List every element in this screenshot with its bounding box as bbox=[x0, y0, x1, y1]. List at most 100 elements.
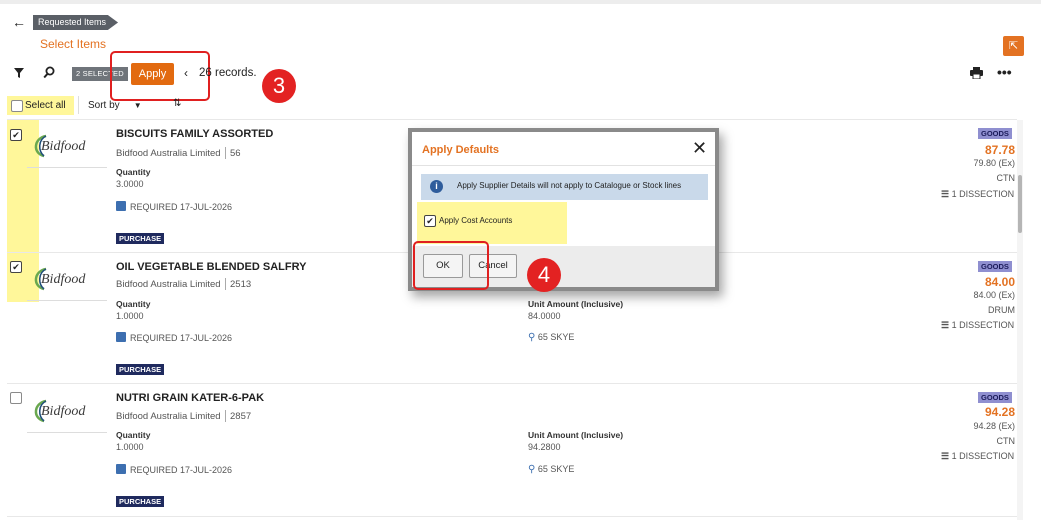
quantity-label: Quantity bbox=[116, 299, 151, 309]
filter-icon[interactable] bbox=[13, 66, 25, 82]
item-checkbox[interactable] bbox=[10, 392, 22, 404]
item-price: 84.00 bbox=[984, 275, 1015, 289]
quantity-value[interactable]: 1.0000 bbox=[116, 311, 144, 321]
expand-icon[interactable]: ⇱ bbox=[1003, 36, 1024, 56]
supplier-logo-text: Bidfood bbox=[41, 272, 86, 287]
record-count: 26 records. bbox=[199, 67, 257, 79]
apply-cost-accounts-checkbox[interactable]: ✔ bbox=[424, 215, 436, 227]
calendar-icon bbox=[116, 332, 126, 342]
item-price-ex: 84.00 (Ex) bbox=[973, 290, 1015, 300]
annotation-step-3: 3 bbox=[262, 69, 296, 103]
dissection-text: 1 DISSECTION bbox=[951, 320, 1015, 330]
print-icon[interactable] bbox=[970, 67, 983, 82]
required-date-text: REQUIRED 17-JUL-2026 bbox=[130, 202, 233, 212]
quantity-value[interactable]: 3.0000 bbox=[116, 179, 144, 189]
dissection-link[interactable]: ☰ 1 DISSECTION bbox=[941, 451, 1014, 462]
item-price-ex: 79.80 (Ex) bbox=[973, 158, 1015, 168]
dialog-title: Apply Defaults bbox=[422, 144, 500, 156]
info-banner: i Apply Supplier Details will not apply … bbox=[421, 174, 708, 200]
chevron-left-icon[interactable]: ‹ bbox=[184, 66, 188, 80]
item-price: 87.78 bbox=[984, 143, 1015, 157]
header-divider bbox=[7, 119, 1017, 120]
separator bbox=[225, 278, 226, 290]
sort-by-select[interactable]: Sort by ▼ bbox=[88, 100, 142, 111]
supplier-logo: Bidfood bbox=[27, 127, 107, 168]
supplier-logo: Bidfood bbox=[27, 392, 107, 433]
back-arrow-icon[interactable]: ← bbox=[12, 14, 26, 30]
unit-amount-value[interactable]: 94.2800 bbox=[528, 442, 561, 452]
dissection-icon: ☰ bbox=[941, 320, 950, 330]
chevron-down-icon: ▼ bbox=[133, 101, 142, 110]
goods-tag: GOODS bbox=[978, 392, 1012, 403]
supplier-name: Bidfood Australia Limited bbox=[116, 148, 221, 159]
unit-amount-value[interactable]: 84.0000 bbox=[528, 311, 561, 321]
annotation-step-4: 4 bbox=[527, 258, 561, 292]
item-uom: CTN bbox=[996, 173, 1016, 183]
required-date[interactable]: REQUIRED 17-JUL-2026 bbox=[116, 464, 232, 475]
dissection-link[interactable]: ☰ 1 DISSECTION bbox=[941, 320, 1014, 331]
page-title: Select Items bbox=[40, 37, 107, 51]
item-title[interactable]: NUTRI GRAIN KATER-6-PAK bbox=[116, 392, 264, 404]
row-divider bbox=[7, 516, 1017, 517]
search-icon[interactable] bbox=[43, 66, 55, 82]
location-text: 65 SKYE bbox=[537, 464, 575, 474]
unit-amount-label: Unit Amount (Inclusive) bbox=[528, 430, 624, 440]
supplier-name: Bidfood Australia Limited bbox=[116, 279, 221, 290]
delivery-location[interactable]: ⚲ 65 SKYE bbox=[528, 464, 574, 475]
item-title[interactable]: BISCUITS FAMILY ASSORTED bbox=[116, 128, 273, 140]
info-icon: i bbox=[430, 180, 443, 193]
toolbar-divider bbox=[78, 96, 79, 114]
item-checkbox[interactable]: ✔ bbox=[10, 261, 22, 273]
calendar-icon bbox=[116, 464, 126, 474]
dissection-link[interactable]: ☰ 1 DISSECTION bbox=[941, 189, 1014, 200]
select-all-checkbox[interactable] bbox=[11, 100, 23, 112]
dissection-text: 1 DISSECTION bbox=[951, 451, 1015, 461]
scrollbar-thumb[interactable] bbox=[1018, 175, 1022, 233]
quantity-label: Quantity bbox=[116, 167, 151, 177]
item-title[interactable]: OIL VEGETABLE BLENDED SALFRY bbox=[116, 261, 306, 273]
item-uom: CTN bbox=[996, 436, 1016, 446]
item-uom: DRUM bbox=[988, 305, 1015, 315]
supplier-logo-text: Bidfood bbox=[41, 404, 86, 419]
supplier-code: 56 bbox=[230, 148, 241, 159]
top-bar bbox=[0, 0, 1041, 4]
quantity-value[interactable]: 1.0000 bbox=[116, 442, 144, 452]
purchase-tag: PURCHASE bbox=[116, 496, 165, 507]
item-price: 94.28 bbox=[984, 405, 1015, 419]
purchase-tag: PURCHASE bbox=[116, 233, 165, 244]
dialog-divider bbox=[412, 165, 715, 166]
unit-amount-label: Unit Amount (Inclusive) bbox=[528, 299, 624, 309]
required-date-text: REQUIRED 17-JUL-2026 bbox=[130, 465, 233, 475]
required-date[interactable]: REQUIRED 17-JUL-2026 bbox=[116, 201, 232, 212]
location-text: 65 SKYE bbox=[537, 332, 575, 342]
separator bbox=[225, 147, 226, 159]
sort-order-icon[interactable]: ⇅ bbox=[173, 98, 181, 109]
supplier-logo: Bidfood bbox=[27, 260, 107, 301]
goods-tag: GOODS bbox=[978, 261, 1012, 272]
supplier-code: 2857 bbox=[230, 411, 252, 422]
required-date[interactable]: REQUIRED 17-JUL-2026 bbox=[116, 332, 232, 343]
supplier-logo-text: Bidfood bbox=[41, 139, 86, 154]
dissection-icon: ☰ bbox=[941, 189, 950, 199]
purchase-tag: PURCHASE bbox=[116, 364, 165, 375]
location-pin-icon: ⚲ bbox=[528, 464, 536, 475]
apply-cost-accounts-label[interactable]: Apply Cost Accounts bbox=[439, 216, 512, 225]
item-checkbox[interactable]: ✔ bbox=[10, 129, 22, 141]
info-text: Apply Supplier Details will not apply to… bbox=[457, 181, 682, 190]
delivery-location[interactable]: ⚲ 65 SKYE bbox=[528, 332, 574, 343]
breadcrumb[interactable]: Requested Items bbox=[33, 15, 119, 30]
calendar-icon bbox=[116, 201, 126, 211]
item-price-ex: 94.28 (Ex) bbox=[973, 421, 1015, 431]
supplier-name: Bidfood Australia Limited bbox=[116, 411, 221, 422]
location-pin-icon: ⚲ bbox=[528, 332, 536, 343]
close-icon[interactable]: ✕ bbox=[692, 138, 707, 159]
sort-by-label: Sort by bbox=[88, 100, 120, 111]
quantity-label: Quantity bbox=[116, 430, 151, 440]
dissection-icon: ☰ bbox=[941, 451, 950, 461]
more-icon[interactable]: ••• bbox=[997, 64, 1012, 80]
separator bbox=[225, 410, 226, 422]
supplier-code: 2513 bbox=[230, 279, 252, 290]
annotation-highlight-ok bbox=[413, 241, 489, 290]
select-all-label[interactable]: Select all bbox=[25, 100, 66, 111]
goods-tag: GOODS bbox=[978, 128, 1012, 139]
